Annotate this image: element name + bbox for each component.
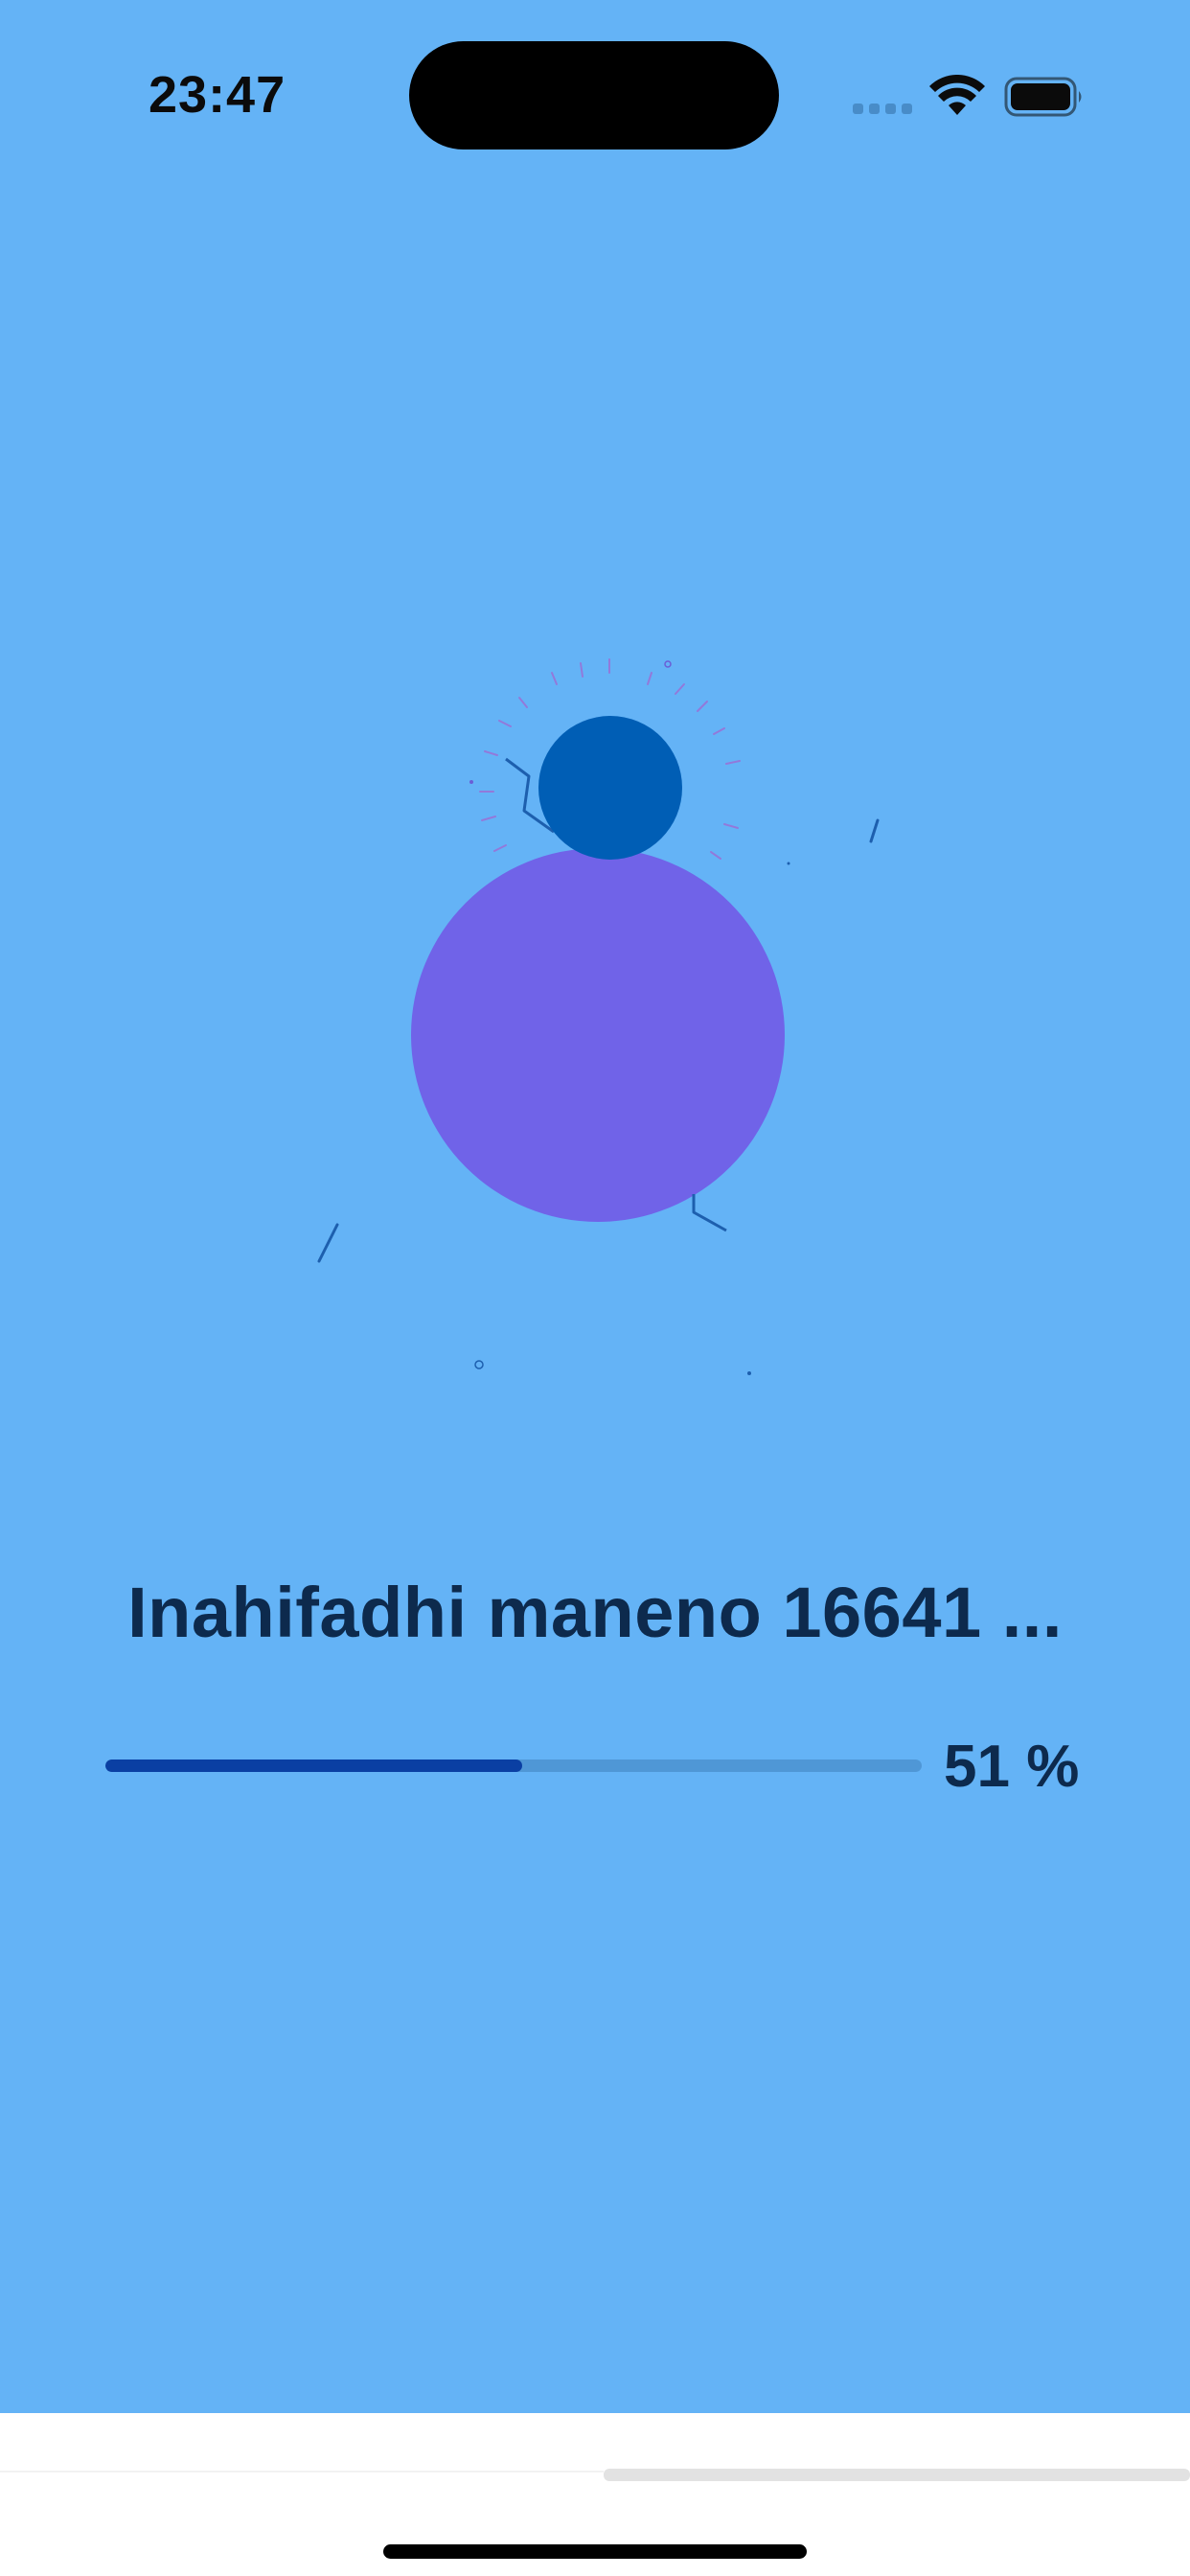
- app-screen: 23:47 Inahifadhi maneno 16641 ... 51 %: [0, 0, 1190, 2413]
- progress-fill: [105, 1760, 522, 1772]
- bottom-divider: [0, 2471, 604, 2472]
- small-blue-circle: [538, 716, 682, 860]
- corner-line: [692, 1194, 727, 1232]
- tiny-dot: [747, 1371, 751, 1375]
- tiny-dot: [787, 862, 790, 865]
- tiny-dot: [469, 780, 473, 784]
- progress-bar: [105, 1760, 922, 1772]
- tiny-dot: [474, 1360, 484, 1369]
- progress-message: Inahifadhi maneno 16641 ...: [127, 1573, 1063, 1652]
- dash-line: [869, 818, 880, 843]
- bottom-scroll-indicator: [604, 2469, 1190, 2481]
- loading-illustration: [317, 658, 880, 1375]
- dash-line: [317, 1223, 339, 1263]
- tiny-dot: [664, 660, 672, 668]
- progress-percent: 51 %: [944, 1734, 1080, 1800]
- large-purple-circle: [411, 848, 785, 1222]
- home-indicator[interactable]: [383, 2544, 807, 2559]
